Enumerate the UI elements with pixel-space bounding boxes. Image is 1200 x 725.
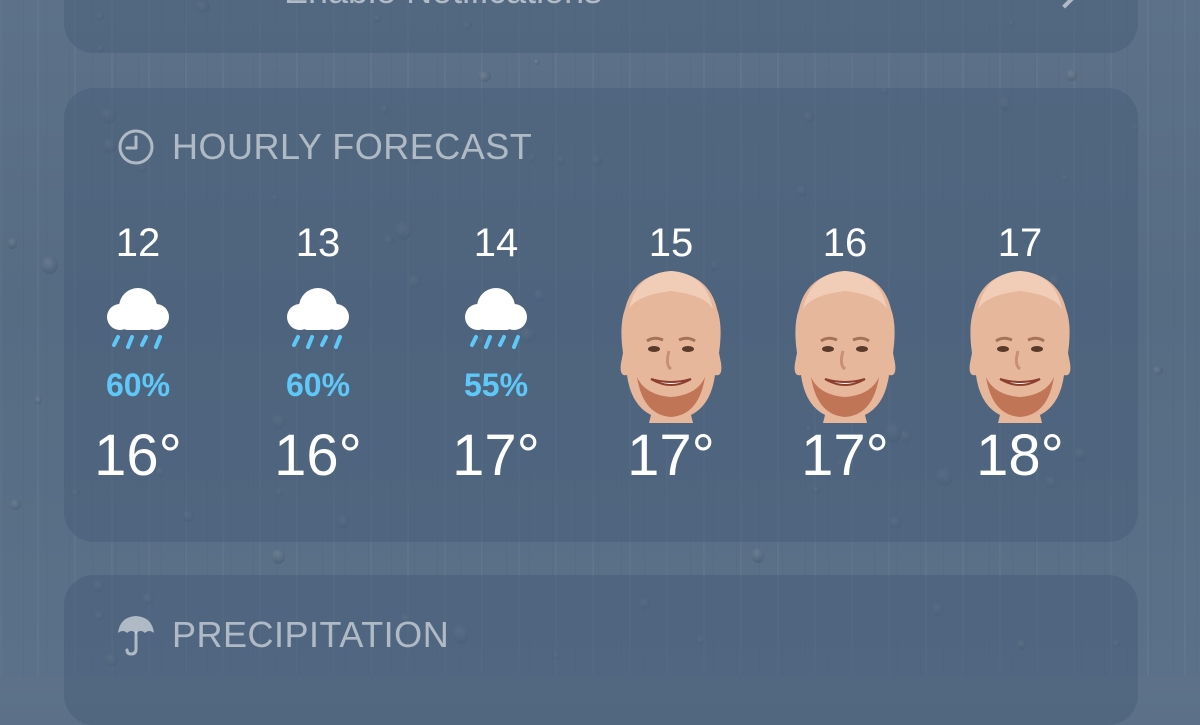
precipitation-card[interactable]: PRECIPITATION (64, 575, 1138, 725)
raindrop (34, 396, 42, 404)
hour-temperature: 16° (94, 423, 182, 488)
hour-temperature: 17° (627, 423, 715, 488)
precipitation-header: PRECIPITATION (116, 613, 449, 657)
hourly-forecast-header: HOURLY FORECAST (116, 126, 532, 168)
hourly-forecast-row[interactable]: 12 60% 16° 13 60% 16° 14 55% 17° 15 17° … (64, 213, 1138, 533)
hour-item: 17 18° (945, 213, 1095, 533)
hour-item: 12 60% 16° (63, 213, 213, 533)
raindrop (1066, 69, 1077, 81)
rain-cloud-icon (107, 288, 169, 349)
raindrop (41, 256, 58, 274)
precipitation-title: PRECIPITATION (172, 614, 450, 655)
hour-item: 13 60% 16° (243, 213, 393, 533)
raindrop (752, 547, 764, 563)
hour-temperature: 17° (801, 423, 889, 488)
hour-item: 14 55% 17° (421, 213, 571, 533)
raindrop (10, 499, 21, 510)
raindrop (478, 71, 491, 82)
face-photo-icon (620, 271, 722, 423)
raindrop (272, 548, 285, 564)
hourly-forecast-title: HOURLY FORECAST (172, 126, 533, 167)
face-photo-icon (794, 271, 896, 423)
hour-time: 15 (648, 221, 694, 265)
hour-temperature: 16° (274, 423, 362, 488)
hour-time: 14 (473, 221, 519, 265)
clock-icon (118, 129, 154, 165)
rain-cloud-icon (287, 288, 349, 349)
hour-time: 13 (295, 221, 341, 265)
raindrop (533, 59, 540, 65)
hour-item: 16 17° (770, 213, 920, 533)
raindrop (8, 237, 17, 249)
hour-temperature: 18° (976, 423, 1064, 488)
enable-notifications-label: Enable Notifications (284, 0, 602, 12)
umbrella-icon (118, 616, 154, 656)
face-photo-icon (969, 271, 1071, 423)
notifications-card[interactable]: Enable Notifications (64, 0, 1138, 53)
hour-time: 16 (822, 221, 868, 265)
rain-cloud-icon (465, 288, 527, 349)
precip-chance: 60% (285, 367, 351, 403)
hour-temperature: 17° (452, 423, 540, 488)
hour-time: 17 (997, 221, 1043, 265)
hour-time: 12 (115, 221, 161, 265)
raindrop (1152, 366, 1163, 375)
precip-chance: 55% (463, 367, 529, 403)
hour-item: 15 17° (596, 213, 746, 533)
precip-chance: 60% (105, 367, 171, 403)
hourly-forecast-card[interactable]: HOURLY FORECAST 12 60% 16° 13 60% 16° 14… (64, 88, 1138, 542)
chevron-right-icon (1049, 0, 1081, 9)
